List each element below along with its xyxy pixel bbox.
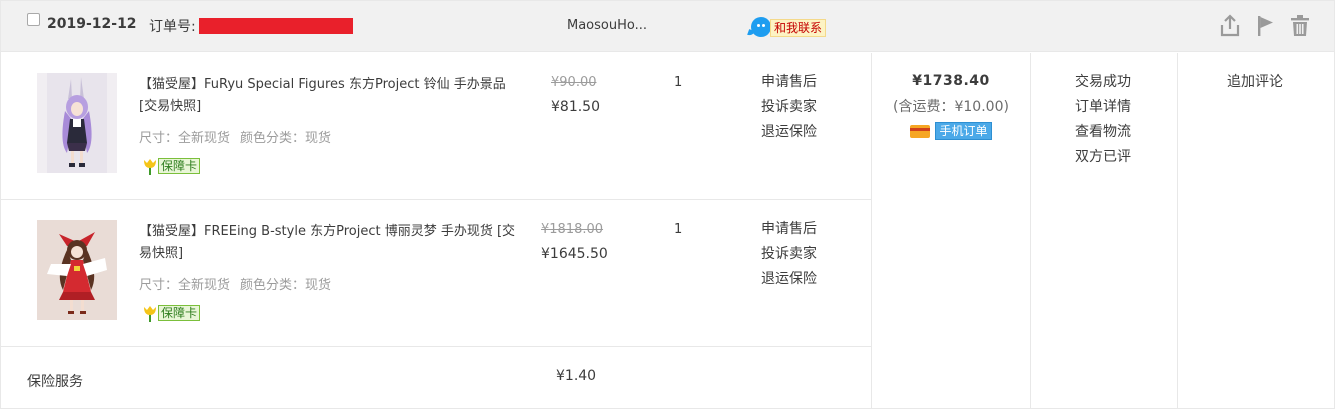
order-number-label: 订单号:: [149, 19, 196, 35]
product-title-link[interactable]: 【猫受屋】FREEing B-style 东方Project 博丽灵梦 手办现货…: [139, 221, 519, 265]
item-operations: 申请售后 投诉卖家 退运保险: [761, 70, 817, 145]
order-total: ¥1738.40 (含运费：¥10.00) 手机订单: [872, 73, 1030, 140]
order-header: 2019-12-12 订单号: MaosouHo... 和我联系: [1, 1, 1334, 52]
guarantee-card-label: 保障卡: [158, 305, 201, 321]
sku-color: 颜色分类：现货: [240, 278, 332, 293]
order-item-row: 【猫受屋】FuRyu Special Figures 东方Project 铃仙 …: [1, 53, 871, 200]
actual-price: ¥81.50: [551, 99, 600, 115]
actual-price: ¥1645.50: [541, 246, 608, 262]
share-icon[interactable]: [1219, 14, 1241, 38]
complain-seller-link[interactable]: 投诉卖家: [761, 95, 817, 120]
item-quantity: 1: [674, 222, 683, 237]
insurance-service-row: 保险服务 ¥1.40: [1, 347, 871, 409]
view-logistics-link[interactable]: 查看物流: [1075, 120, 1131, 145]
apply-after-sales-link[interactable]: 申请售后: [761, 70, 817, 95]
original-price: ¥1818.00: [541, 222, 604, 237]
product-thumbnail[interactable]: [37, 73, 117, 173]
shipping-fee: (含运费：¥10.00): [893, 99, 1009, 115]
column-divider: [1177, 53, 1178, 409]
order-date: 2019-12-12: [47, 16, 137, 32]
sku-size: 尺寸：全新现货: [139, 131, 231, 146]
insurance-service-price: ¥1.40: [556, 368, 597, 384]
item-quantity: 1: [674, 75, 683, 90]
insurance-service-label: 保险服务: [27, 374, 83, 390]
chat-bubble-icon: [751, 17, 771, 37]
original-price: ¥90.00: [551, 75, 597, 90]
product-title-link[interactable]: 【猫受屋】FuRyu Special Figures 东方Project 铃仙 …: [139, 74, 519, 118]
tulip-icon: [144, 159, 156, 175]
column-divider: [1030, 53, 1031, 409]
total-amount: ¥1738.40: [912, 73, 990, 89]
trash-icon[interactable]: [1289, 14, 1311, 38]
order-status-column: 交易成功 订单详情 查看物流 双方已评: [1075, 70, 1131, 170]
guarantee-card-label: 保障卡: [158, 158, 201, 174]
return-shipping-insurance-link[interactable]: 退运保险: [761, 267, 817, 292]
shop-name-link[interactable]: MaosouHo...: [567, 18, 647, 33]
product-sku: 尺寸：全新现货 颜色分类：现货: [139, 127, 341, 146]
order-item-row: 【猫受屋】FREEing B-style 东方Project 博丽灵梦 手办现货…: [1, 200, 871, 347]
apply-after-sales-link[interactable]: 申请售后: [761, 217, 817, 242]
order-details-link[interactable]: 订单详情: [1075, 95, 1131, 120]
complain-seller-link[interactable]: 投诉卖家: [761, 242, 817, 267]
item-operations: 申请售后 投诉卖家 退运保险: [761, 217, 817, 292]
sku-color: 颜色分类：现货: [240, 131, 332, 146]
sku-size: 尺寸：全新现货: [139, 278, 231, 293]
return-shipping-insurance-link[interactable]: 退运保险: [761, 120, 817, 145]
order-card: 2019-12-12 订单号: MaosouHo... 和我联系 【猫受屋】Fu…: [0, 0, 1335, 409]
order-select-checkbox[interactable]: [27, 13, 40, 26]
contact-seller-label: 和我联系: [770, 19, 827, 37]
product-sku: 尺寸：全新现货 颜色分类：现货: [139, 274, 341, 293]
both-rated-link[interactable]: 双方已评: [1075, 145, 1131, 170]
product-thumbnail[interactable]: [37, 220, 117, 320]
order-tags: 手机订单: [872, 122, 1030, 140]
trade-success-status: 交易成功: [1075, 74, 1131, 90]
flag-icon[interactable]: [1255, 14, 1277, 38]
add-review-link[interactable]: 追加评论: [1227, 70, 1283, 95]
mobile-order-tag[interactable]: 手机订单: [935, 122, 992, 140]
tulip-icon: [144, 306, 156, 322]
order-number-redacted: [199, 18, 353, 34]
credit-card-icon: [910, 124, 931, 138]
